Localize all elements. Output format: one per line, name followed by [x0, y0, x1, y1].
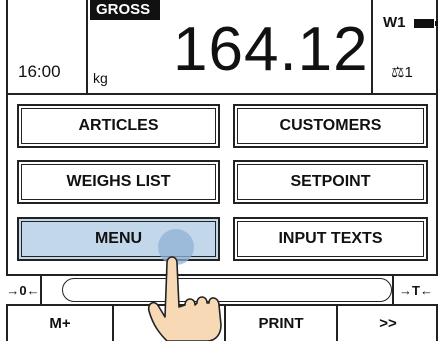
hand-shape: [147, 256, 222, 341]
memory-plus-button[interactable]: M+: [8, 306, 114, 341]
input-texts-label: INPUT TEXTS: [278, 230, 383, 247]
weight-value: 164.12: [173, 15, 369, 84]
customers-button[interactable]: CUSTOMERS: [233, 104, 428, 148]
clock: 16:00: [18, 62, 61, 81]
zero-button[interactable]: →0←: [6, 276, 42, 304]
menu-label: MENU: [94, 230, 143, 247]
articles-label: ARTICLES: [78, 117, 159, 134]
print-button[interactable]: PRINT: [226, 306, 338, 341]
divider: [371, 0, 373, 95]
tare-button[interactable]: →T←: [392, 276, 438, 304]
battery-full-icon: [414, 19, 438, 28]
divider: [86, 0, 88, 95]
print-label: PRINT: [258, 315, 304, 332]
frame-right: [436, 306, 438, 341]
customers-label: CUSTOMERS: [279, 117, 382, 134]
frame-left: [6, 95, 8, 274]
frame-right: [436, 95, 438, 274]
input-texts-button[interactable]: INPUT TEXTS: [233, 217, 428, 261]
finger-tap-icon: [147, 229, 222, 341]
scale-indicator: ⚖1: [391, 64, 413, 81]
next-label: >>: [379, 315, 397, 332]
weighs-list-button[interactable]: WEIGHS LIST: [17, 160, 220, 204]
articles-button[interactable]: ARTICLES: [17, 104, 220, 148]
setpoint-button[interactable]: SETPOINT: [233, 160, 428, 204]
setpoint-label: SETPOINT: [290, 173, 371, 190]
unit-label: kg: [93, 70, 108, 86]
weight-display: 16:00 GROSS kg 164.12 W1 ⚖1: [6, 0, 438, 95]
next-button[interactable]: >>: [338, 306, 438, 341]
weighs-list-label: WEIGHS LIST: [66, 173, 171, 190]
memory-plus-label: M+: [49, 315, 71, 332]
channel-label: W1: [383, 14, 406, 31]
gross-badge: GROSS: [90, 0, 160, 20]
